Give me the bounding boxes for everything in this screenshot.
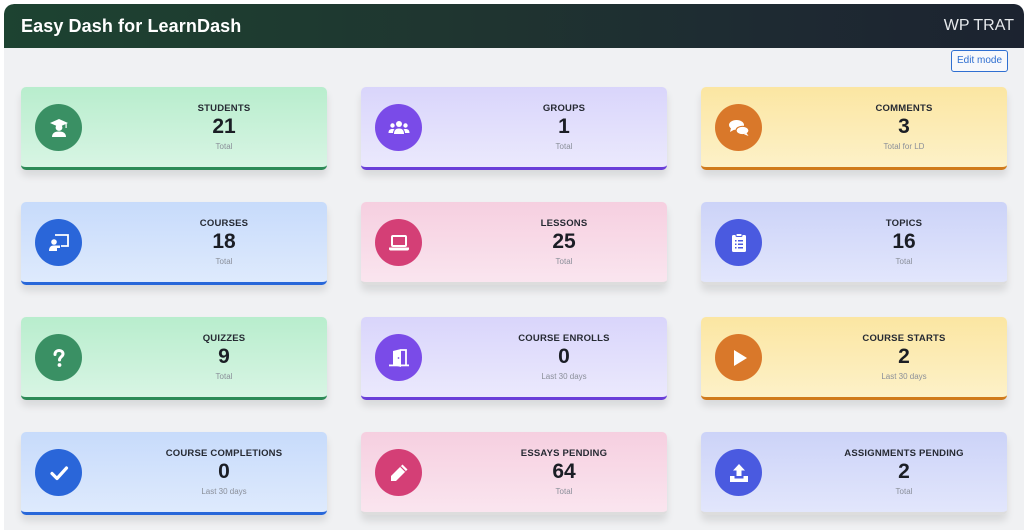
card-sub: Last 30 days xyxy=(541,372,587,381)
card-value: 64 xyxy=(552,460,576,483)
card-sub: Total xyxy=(895,257,913,266)
card-topics: TOPICS 16 Total xyxy=(701,202,1007,285)
card-label: COURSE ENROLLS xyxy=(518,333,610,344)
card-label: STUDENTS xyxy=(197,103,251,114)
card-value: 0 xyxy=(218,460,230,483)
edit-mode-button[interactable]: Edit mode xyxy=(951,50,1008,72)
card-text: COURSE ENROLLS 0 Last 30 days xyxy=(461,317,667,397)
card-value: 16 xyxy=(892,230,916,253)
card-label: COURSE COMPLETIONS xyxy=(165,448,283,459)
card-lessons: LESSONS 25 Total xyxy=(361,202,667,285)
card-label: LESSONS xyxy=(540,218,588,229)
card-value: 25 xyxy=(552,230,576,253)
card-label: ESSAYS PENDING xyxy=(520,448,608,459)
question-icon xyxy=(35,334,82,381)
card-value: 1 xyxy=(558,115,570,138)
dashboard-frame: Easy Dash for LearnDash WP TRAT Edit mod… xyxy=(4,4,1024,530)
card-label: COMMENTS xyxy=(875,103,933,114)
card-assignments-pending: ASSIGNMENTS PENDING 2 Total xyxy=(701,432,1007,515)
card-value: 18 xyxy=(212,230,236,253)
card-value: 2 xyxy=(898,460,910,483)
card-text: TOPICS 16 Total xyxy=(801,202,1007,282)
card-comments: COMMENTS 3 Total for LD xyxy=(701,87,1007,170)
play-icon xyxy=(715,334,762,381)
card-value: 21 xyxy=(212,115,236,138)
card-value: 2 xyxy=(898,345,910,368)
card-sub: Total xyxy=(215,142,233,151)
card-label: ASSIGNMENTS PENDING xyxy=(844,448,964,459)
door-open-icon xyxy=(375,334,422,381)
card-quizzes: QUIZZES 9 Total xyxy=(21,317,327,400)
card-sub: Last 30 days xyxy=(201,487,247,496)
app-header: Easy Dash for LearnDash WP TRAT xyxy=(4,4,1024,48)
comments-icon xyxy=(715,104,762,151)
card-sub: Total xyxy=(215,257,233,266)
card-value: 0 xyxy=(558,345,570,368)
card-course-enrolls: COURSE ENROLLS 0 Last 30 days xyxy=(361,317,667,400)
card-sub: Total xyxy=(215,372,233,381)
app-title: Easy Dash for LearnDash xyxy=(21,16,242,36)
card-groups: GROUPS 1 Total xyxy=(361,87,667,170)
chalkboard-teacher-icon xyxy=(35,219,82,266)
laptop-icon xyxy=(375,219,422,266)
upload-icon xyxy=(715,449,762,496)
card-sub: Total xyxy=(895,487,913,496)
card-sub: Last 30 days xyxy=(881,372,927,381)
card-text: LESSONS 25 Total xyxy=(461,202,667,282)
card-label: GROUPS xyxy=(542,103,586,114)
card-label: COURSES xyxy=(199,218,249,229)
card-text: ESSAYS PENDING 64 Total xyxy=(461,432,667,512)
card-text: COURSE STARTS 2 Last 30 days xyxy=(801,317,1007,397)
card-label: COURSE STARTS xyxy=(862,333,946,344)
student-icon xyxy=(35,104,82,151)
card-text: COURSE COMPLETIONS 0 Last 30 days xyxy=(121,432,327,512)
card-value: 3 xyxy=(898,115,910,138)
card-courses: COURSES 18 Total xyxy=(21,202,327,285)
check-icon xyxy=(35,449,82,496)
card-students: STUDENTS 21 Total xyxy=(21,87,327,170)
card-label: TOPICS xyxy=(885,218,923,229)
card-sub: Total xyxy=(555,257,573,266)
card-text: QUIZZES 9 Total xyxy=(121,317,327,397)
card-label: QUIZZES xyxy=(202,333,246,344)
site-name: WP TRAT xyxy=(943,17,1014,34)
card-text: STUDENTS 21 Total xyxy=(121,87,327,167)
card-course-starts: COURSE STARTS 2 Last 30 days xyxy=(701,317,1007,400)
card-sub: Total xyxy=(555,142,573,151)
card-value: 9 xyxy=(218,345,230,368)
card-text: COMMENTS 3 Total for LD xyxy=(801,87,1007,167)
clipboard-list-icon xyxy=(715,219,762,266)
card-text: GROUPS 1 Total xyxy=(461,87,667,167)
card-sub: Total xyxy=(555,487,573,496)
card-sub: Total for LD xyxy=(883,142,925,151)
users-icon xyxy=(375,104,422,151)
pencil-icon xyxy=(375,449,422,496)
card-essays-pending: ESSAYS PENDING 64 Total xyxy=(361,432,667,515)
card-text: COURSES 18 Total xyxy=(121,202,327,282)
card-course-completions: COURSE COMPLETIONS 0 Last 30 days xyxy=(21,432,327,515)
card-text: ASSIGNMENTS PENDING 2 Total xyxy=(801,432,1007,512)
